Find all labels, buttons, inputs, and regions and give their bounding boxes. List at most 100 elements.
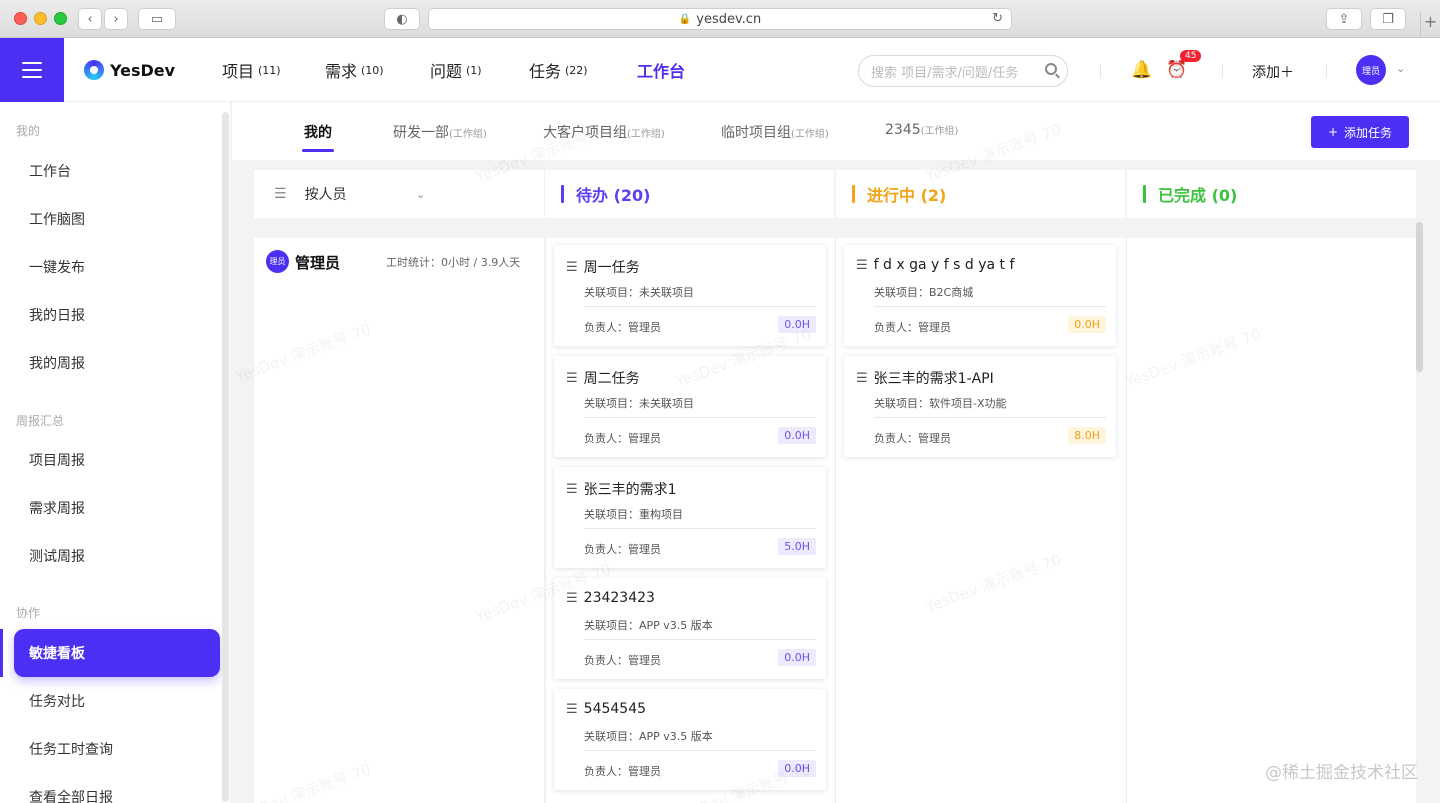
divider <box>1100 64 1101 78</box>
task-card[interactable]: ☰ 23423423 关联项目：APP v3.5 版本 负责人：管理员 0.0H <box>554 578 826 679</box>
shield-icon: ◐ <box>396 11 408 27</box>
lock-icon: 🔒 <box>678 13 692 25</box>
card-owner: 负责人：管理员 <box>584 543 661 556</box>
divider <box>584 639 816 640</box>
divider <box>584 306 816 307</box>
task-card[interactable]: ☰ 5454545 关联项目：APP v3.5 版本 负责人：管理员 0.0H <box>554 689 826 790</box>
user-hours-stat: 工时统计：0小时 / 3.9人天 <box>386 256 521 269</box>
list-icon: ☰ <box>274 186 287 202</box>
sidebar-group-mine: 我的 <box>16 124 41 138</box>
menu-icon: ☰ <box>566 590 578 606</box>
task-card[interactable]: ☰ 周二任务 关联项目：未关联项目 负责人：管理员 0.0H <box>554 356 826 457</box>
card-title-text: 张三丰的需求1 <box>583 482 677 498</box>
sidebar-item-mindmap[interactable]: 工作脑图 <box>14 195 220 243</box>
sidebar-item-requirement-weekly[interactable]: 需求周报 <box>14 484 220 532</box>
column-header-done: 已完成 (0) <box>1127 170 1416 218</box>
sidebar-item-kanban[interactable]: 敏捷看板 <box>14 629 220 677</box>
nav-projects-label: 项目 <box>222 62 255 81</box>
sidebar-item-my-daily[interactable]: 我的日报 <box>14 291 220 339</box>
active-indicator <box>0 629 3 677</box>
nav-projects-count: (11) <box>258 63 281 77</box>
sidebar-item-project-weekly[interactable]: 项目周报 <box>14 436 220 484</box>
plus-icon: + <box>1423 12 1438 31</box>
menu-toggle-button[interactable] <box>0 38 64 102</box>
column-doing: ☰ f d x ga y f s d ya t f 关联项目：B2C商城 负责人：… <box>835 238 1126 803</box>
reload-icon[interactable]: ↻ <box>992 11 1003 26</box>
column-color-bar <box>852 185 855 203</box>
nav-projects[interactable]: 项目 (11) <box>222 38 281 102</box>
tab-temp-project[interactable]: 临时项目组(工作组) <box>721 122 829 142</box>
tabs-overview-button[interactable]: ❐ <box>1370 8 1406 30</box>
card-project: 关联项目：B2C商城 <box>874 286 974 299</box>
column-header-todo: 待办 (20) <box>545 170 834 218</box>
sidebar-toggle-button[interactable]: ▭ <box>138 8 176 30</box>
tab-label: 2345 <box>885 122 921 138</box>
nav-workbench[interactable]: 工作台 <box>637 38 685 102</box>
forward-button[interactable]: › <box>104 8 128 30</box>
column-title: 进行中 (2) <box>867 186 947 205</box>
card-project: 关联项目：APP v3.5 版本 <box>584 619 713 632</box>
new-tab-button[interactable]: + <box>1420 12 1440 38</box>
sidebar-icon: ▭ <box>150 11 164 27</box>
user-lane: 理员 管理员 工时统计：0小时 / 3.9人天 <box>254 238 544 803</box>
tab-2345[interactable]: 2345(工作组) <box>885 122 958 138</box>
tab-tag: (工作组) <box>920 126 959 137</box>
address-bar[interactable]: 🔒 yesdev.cn ↻ <box>428 8 1012 30</box>
tab-key-accounts[interactable]: 大客户项目组(工作组) <box>543 122 665 142</box>
column-done <box>1126 238 1416 803</box>
close-window-button[interactable] <box>14 12 27 25</box>
nav-requirements[interactable]: 需求 (10) <box>325 38 384 102</box>
bell-icon[interactable]: 🔔 <box>1131 60 1152 80</box>
sidebar-item-publish[interactable]: 一键发布 <box>14 243 220 291</box>
column-todo: ☰ 周一任务 关联项目：未关联项目 负责人：管理员 0.0H ☰ 周二任务 关联项目… <box>545 238 835 803</box>
minimize-window-button[interactable] <box>34 12 47 25</box>
chevron-down-icon[interactable]: ⌄ <box>1396 62 1405 75</box>
back-button[interactable]: ‹ <box>78 8 102 30</box>
card-project: 关联项目：软件项目-X功能 <box>874 397 1007 410</box>
card-hours: 0.0H <box>1068 316 1106 333</box>
share-button[interactable]: ⇪ <box>1326 8 1362 30</box>
privacy-button[interactable]: ◐ <box>384 8 420 30</box>
add-button[interactable]: 添加＋ <box>1252 62 1294 82</box>
nav-tasks[interactable]: 任务 (22) <box>529 38 588 102</box>
column-color-bar <box>1143 185 1146 203</box>
zoom-window-button[interactable] <box>54 12 67 25</box>
sidebar-item-test-weekly[interactable]: 测试周报 <box>14 532 220 580</box>
sidebar-item-task-hours[interactable]: 任务工时查询 <box>14 725 220 773</box>
task-card[interactable]: ☰ 张三丰的需求1 关联项目：重构项目 负责人：管理员 5.0H <box>554 467 826 568</box>
nav-issues[interactable]: 问题 (1) <box>430 38 482 102</box>
chevron-left-icon: ‹ <box>87 11 93 27</box>
group-by-select[interactable]: ☰ 按人员 ⌄ <box>254 170 544 218</box>
search-input[interactable]: 搜索 项目/需求/问题/任务 <box>858 55 1068 87</box>
app-logo[interactable]: YesDev <box>84 60 175 80</box>
sidebar-item-task-compare[interactable]: 任务对比 <box>14 677 220 725</box>
divider <box>584 417 816 418</box>
tab-label: 临时项目组 <box>721 125 791 141</box>
tab-rd-dept[interactable]: 研发一部(工作组) <box>393 122 487 142</box>
tab-mine[interactable]: 我的 <box>302 122 334 152</box>
board-scrollbar[interactable] <box>1416 222 1423 372</box>
sidebar: 我的 工作台 工作脑图 一键发布 我的日报 我的周报 周报汇总 项目周报 需求周… <box>0 102 230 803</box>
search-icon[interactable] <box>1045 63 1057 75</box>
nav-tasks-count: (22) <box>565 63 588 77</box>
tabs-icon: ❐ <box>1382 11 1394 27</box>
task-card[interactable]: ☰ 张三丰的需求1-API 关联项目：软件项目-X功能 负责人：管理员 8.0H <box>844 356 1116 457</box>
sidebar-scrollbar[interactable] <box>222 112 229 802</box>
alarm-badge: 45 <box>1180 50 1202 62</box>
card-title-text: 5454545 <box>583 701 647 717</box>
card-title: ☰ f d x ga y f s d ya t f <box>856 257 1014 273</box>
card-project: 关联项目：重构项目 <box>584 508 683 521</box>
menu-icon: ☰ <box>566 701 578 717</box>
add-task-button[interactable]: + 添加任务 <box>1311 116 1409 148</box>
sidebar-item-workbench[interactable]: 工作台 <box>14 147 220 195</box>
task-card[interactable]: ☰ 周一任务 关联项目：未关联项目 负责人：管理员 0.0H <box>554 245 826 346</box>
task-card[interactable]: ☰ f d x ga y f s d ya t f 关联项目：B2C商城 负责人：… <box>844 245 1116 346</box>
sidebar-item-all-daily[interactable]: 查看全部日报 <box>14 773 220 803</box>
user-avatar[interactable]: 理员 <box>1356 55 1386 85</box>
alarm-clock-icon[interactable]: ⏰ <box>1166 60 1187 80</box>
add-task-label: 添加任务 <box>1344 125 1393 140</box>
sidebar-item-my-weekly[interactable]: 我的周报 <box>14 339 220 387</box>
card-title: ☰ 23423423 <box>566 590 655 606</box>
card-project: 关联项目：APP v3.5 版本 <box>584 730 713 743</box>
card-owner: 负责人：管理员 <box>874 432 951 445</box>
